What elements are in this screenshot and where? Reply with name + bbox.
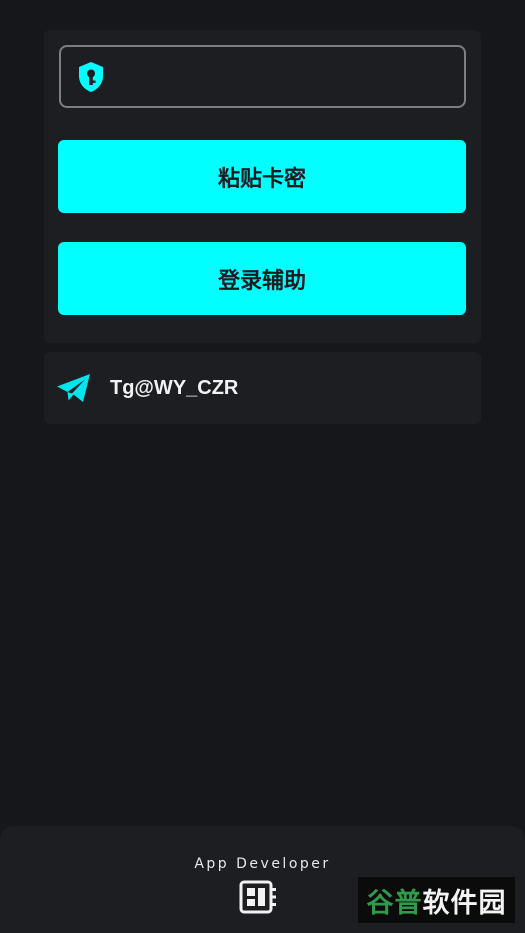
login-assist-button[interactable]: 登录辅助 — [58, 242, 466, 315]
app-screen: 粘贴卡密 登录辅助 Tg@WY_CZR App Developer 谷普 软件园 — [0, 0, 525, 933]
site-watermark: 谷普 软件园 — [358, 877, 515, 923]
shield-key-icon — [79, 61, 103, 92]
watermark-brand: 谷普 — [366, 887, 423, 919]
developer-board-icon[interactable] — [239, 880, 279, 914]
developer-label: App Developer — [194, 856, 331, 872]
paste-card-key-button[interactable]: 粘贴卡密 — [58, 140, 466, 213]
telegram-icon — [57, 374, 90, 402]
telegram-contact-card[interactable]: Tg@WY_CZR — [44, 352, 481, 424]
watermark-suffix: 软件园 — [422, 887, 507, 919]
card-key-field[interactable] — [59, 45, 466, 108]
login-card: 粘贴卡密 登录辅助 — [44, 30, 481, 343]
card-key-input[interactable] — [105, 47, 464, 106]
telegram-handle: Tg@WY_CZR — [110, 376, 239, 399]
